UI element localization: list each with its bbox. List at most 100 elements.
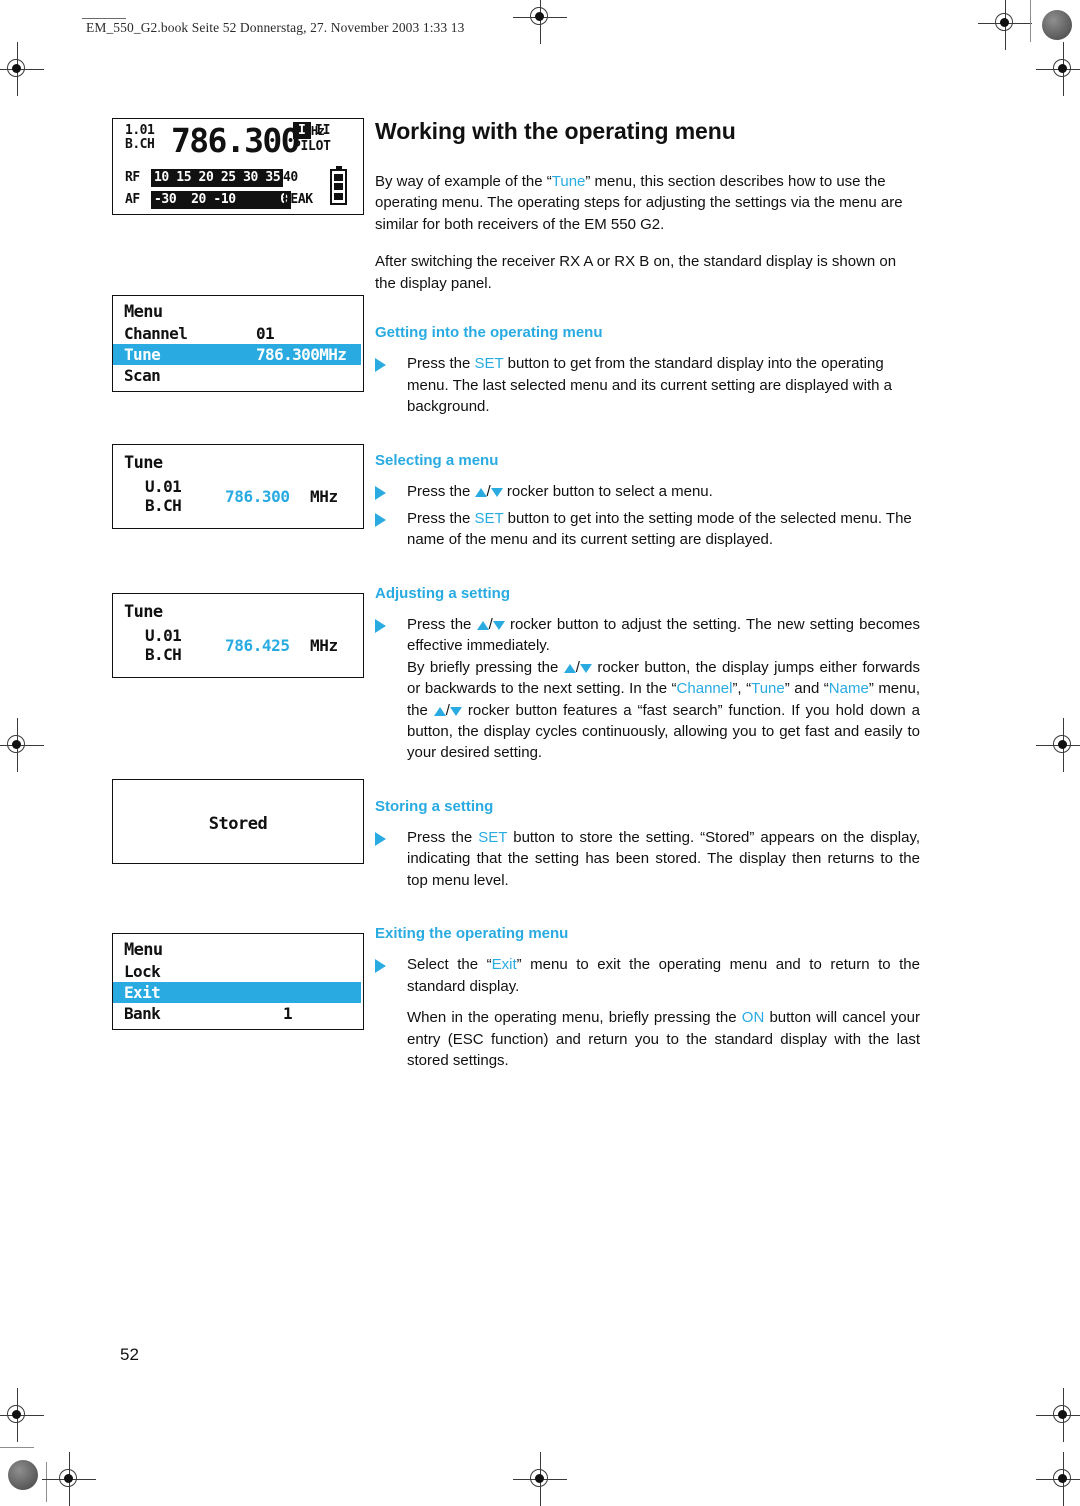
page-title: Working with the operating menu (375, 118, 736, 144)
heading-storing-a-setting: Storing a setting (375, 797, 494, 815)
lcd-menu-row-bank: Bank 1 (113, 1003, 363, 1024)
lcd-menu-exit: Menu Lock Exit Bank 1 (112, 933, 364, 1030)
lcd-tune-after-frequency-unit: MHz (310, 636, 338, 655)
sel-b2-set-key: SET (474, 509, 504, 527)
bullet-exiting-2-text: When in the operating menu, briefly pres… (407, 1007, 920, 1071)
bullet-exiting-1-text: Select the “Exit” menu to exit the opera… (407, 954, 920, 997)
lcd-pilot-label: PILOT (293, 139, 331, 154)
rocker-down-arrow-icon (449, 706, 462, 716)
lcd-rf-remaining-scale: 40 (283, 170, 298, 185)
lcd-af-active-segments: -30 20 -10 0 (151, 191, 291, 209)
lcd-standard-top-row: 1.01 B.CH 786.300 MHz I II PILOT (113, 119, 363, 167)
illustration-column: 1.01 B.CH 786.300 MHz I II PILOT RF 10 15… (112, 118, 370, 1030)
lcd-menu-top: Menu Channel 01 Tune 786.300MHz Scan (112, 295, 364, 392)
bullet-selecting-1-text: Press the / rocker button to select a me… (407, 481, 920, 502)
lcd-menu-row-channel: Channel 01 (113, 323, 363, 344)
bullet-adjusting-1: Press the / rocker button to adjust the … (375, 614, 920, 764)
text-column: Working with the operating menu By way o… (375, 118, 920, 1087)
lcd-menu-row-lock: Lock (113, 961, 363, 982)
lcd-menu-row-bank-label: Bank (124, 1004, 161, 1023)
bullet-adjusting-1-text: Press the / rocker button to adjust the … (407, 614, 920, 657)
lcd-menu-row-bank-value: 1 (283, 1004, 293, 1023)
adj-b2-d: ” and “ (784, 680, 829, 698)
lcd-af-label: AF (125, 192, 140, 207)
gi-b1-set-key: SET (474, 355, 504, 373)
lcd-menu-row-tune: Tune 786.300MHz (113, 344, 361, 365)
rocker-down-arrow-icon (492, 620, 505, 630)
lcd-tune-after-title: Tune (124, 602, 163, 622)
bullet-storing-1: Press the SET button to store the settin… (375, 827, 920, 891)
page-content: 1.01 B.CH 786.300 MHz I II PILOT RF 10 15… (0, 0, 1080, 1502)
lcd-menu-row-tune-value: 786.300MHz (256, 345, 347, 364)
lcd-tune-after-bank-channel: B.CH (145, 645, 182, 664)
gi-b1-a: Press the (407, 355, 475, 373)
triangle-bullet-icon (375, 618, 386, 633)
lcd-standard-display: 1.01 B.CH 786.300 MHz I II PILOT RF 10 15… (112, 118, 364, 215)
lcd-channel-indicator: 1.01 B.CH (125, 123, 155, 152)
exi-b2-a: When in the operating menu, briefly pres… (407, 1009, 742, 1027)
triangle-bullet-icon (375, 485, 386, 500)
bullet-getting-into-1: Press the SET button to get from the sta… (375, 353, 920, 417)
lcd-frequency: 786.300 (171, 121, 300, 160)
lcd-tune-before-unit-channel: U.01 (145, 477, 182, 496)
bullet-selecting-2: Press the SET button to get into the set… (375, 508, 920, 551)
lcd-tune-after-frequency: 786.425 (225, 636, 290, 655)
bullet-selecting-2-text: Press the SET button to get into the set… (407, 508, 920, 551)
bullet-adjusting-2-text: By briefly pressing the / rocker button,… (407, 657, 920, 764)
exi-b2-on-key: ON (741, 1009, 765, 1027)
lcd-rf-active-segments: 10 15 20 25 30 35 (151, 169, 284, 187)
lcd-menu-row-scan: Scan (113, 365, 363, 386)
lcd-stored-text: Stored (208, 814, 268, 834)
lcd-pilot-indicator-group: I II PILOT (293, 122, 349, 154)
lcd-menu-row-channel-value: 01 (256, 324, 275, 343)
lcd-menu-row-exit-label: Exit (124, 983, 161, 1002)
lcd-tune-after: Tune U.01 B.CH 786.425 MHz (112, 593, 364, 678)
bullet-selecting-1: Press the / rocker button to select a me… (375, 481, 920, 502)
adj-b2-c: ”, “ (732, 680, 752, 698)
lcd-rom-i: I (293, 122, 311, 139)
heading-getting-into-menu: Getting into the operating menu (375, 324, 603, 342)
exi-b1-exit-link: Exit (491, 956, 517, 974)
lcd-stored-message: Stored (112, 779, 364, 864)
lcd-menu-row-lock-label: Lock (124, 962, 161, 981)
heading-adjusting-a-setting: Adjusting a setting (375, 584, 510, 602)
triangle-bullet-icon (375, 512, 386, 527)
page-number: 52 (120, 1345, 139, 1364)
sel-b1-b: rocker button to select a menu. (502, 482, 713, 500)
lcd-menu-row-tune-label: Tune (124, 345, 161, 364)
exi-b1-a: Select the “ (407, 956, 492, 974)
lcd-channel-number: 1.01 (125, 123, 155, 138)
triangle-bullet-icon (375, 358, 386, 373)
lcd-tune-before-frequency-unit: MHz (310, 487, 338, 506)
battery-icon (330, 166, 347, 205)
triangle-bullet-icon (375, 831, 386, 846)
lcd-af-bargraph-row: AF -30 20 -10 0 PEAK (113, 189, 363, 211)
lcd-menu-row-scan-label: Scan (124, 366, 161, 385)
adj-b1-a: Press the (407, 615, 477, 633)
intro-p1-part-a: By way of example of the “ (375, 173, 552, 190)
lcd-tune-before-frequency: 786.300 (225, 487, 290, 506)
rocker-down-arrow-icon (579, 663, 592, 673)
bullet-getting-into-1-text: Press the SET button to get from the sta… (407, 353, 920, 417)
lcd-menu-row-exit: Exit (113, 982, 361, 1003)
adj-b2-name-link: Name (828, 680, 869, 698)
intro-paragraph-1: By way of example of the “Tune” menu, th… (375, 171, 920, 235)
rocker-up-arrow-icon (476, 620, 489, 630)
sel-b1-a: Press the (407, 482, 475, 500)
sel-b2-a: Press the (407, 509, 475, 527)
adj-b2-f: rocker button features a “fast search” f… (407, 701, 920, 762)
heading-selecting-a-menu: Selecting a menu (375, 451, 499, 469)
rocker-down-arrow-icon (490, 487, 503, 497)
adj-b2-a: By briefly pressing the (407, 658, 564, 676)
lcd-channel-label: B.CH (125, 137, 155, 152)
lcd-tune-before: Tune U.01 B.CH 786.300 MHz (112, 444, 364, 529)
bullet-storing-1-text: Press the SET button to store the settin… (407, 827, 920, 891)
lcd-menu-title: Menu (124, 302, 163, 322)
lcd-tune-before-bank-channel: B.CH (145, 496, 182, 515)
lcd-tune-after-channel: U.01 B.CH (145, 626, 182, 664)
bullet-exiting-1: Select the “Exit” menu to exit the opera… (375, 954, 920, 1071)
lcd-menu-row-channel-label: Channel (124, 324, 188, 343)
lcd-rf-label: RF (125, 170, 140, 185)
lcd-rf-bargraph-row: RF 10 15 20 25 30 35 40 (113, 167, 363, 189)
lcd-af-peak-label: PEAK (283, 192, 313, 207)
